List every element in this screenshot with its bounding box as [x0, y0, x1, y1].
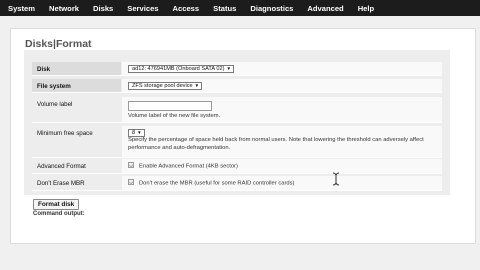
- volume-label-label: Volume label: [37, 101, 73, 108]
- volume-label-value-cell: Volume label of the new file system.: [122, 97, 442, 122]
- menu-diagnostics[interactable]: Diagnostics: [250, 4, 293, 13]
- menu-help[interactable]: Help: [358, 4, 374, 13]
- advanced-format-value-cell: Enable Advanced Format (4KB sector): [122, 159, 442, 173]
- filesystem-label: File system: [32, 79, 121, 92]
- page-title: Disks|Format: [25, 38, 92, 50]
- minfree-hint: Specify the percentage of space held bac…: [128, 137, 424, 151]
- menu-disks[interactable]: Disks: [93, 4, 113, 13]
- chevron-down-icon: ▼: [194, 83, 200, 88]
- disk-value-cell: ad12: 476941MB (Onboard SATA 02) ▼: [122, 62, 442, 75]
- minfree-select-value: 8: [132, 130, 136, 136]
- minfree-select[interactable]: 8 ▼: [128, 129, 145, 137]
- disk-select-value: ad12: 476941MB (Onboard SATA 02): [132, 66, 225, 72]
- advanced-format-row: Advanced Format Enable Advanced Format (…: [32, 159, 442, 174]
- menu-access[interactable]: Access: [173, 4, 200, 13]
- disk-label: Disk: [32, 62, 121, 75]
- menu-network[interactable]: Network: [49, 4, 79, 13]
- menu-status[interactable]: Status: [213, 4, 236, 13]
- disk-select[interactable]: ad12: 476941MB (Onboard SATA 02) ▼: [128, 65, 234, 73]
- filesystem-value-cell: ZFS storage pool device ▼: [122, 79, 442, 92]
- volume-label-row: Volume label Volume label of the new fil…: [32, 97, 442, 123]
- chevron-down-icon: ▼: [226, 66, 231, 71]
- volume-label-hint: Volume label of the new file system.: [128, 113, 221, 119]
- disk-row: Disk ad12: 476941MB (Onboard SATA 02) ▼: [32, 62, 442, 76]
- advanced-format-checkbox-label: Enable Advanced Format (4KB sector): [139, 163, 238, 170]
- chevron-down-icon: ▼: [137, 130, 142, 135]
- volume-label-input[interactable]: [128, 101, 212, 111]
- minfree-label: Minimum free space: [37, 130, 93, 137]
- dont-erase-mbr-label: Don't Erase MBR: [37, 180, 85, 187]
- format-form: Disk ad12: 476941MB (Onboard SATA 02) ▼ F…: [24, 50, 450, 195]
- menu-system[interactable]: System: [8, 4, 35, 13]
- advanced-format-label: Advanced Format: [37, 163, 86, 170]
- dont-erase-mbr-row: Don't Erase MBR Don't erase the MBR (use…: [32, 176, 442, 191]
- menu-advanced[interactable]: Advanced: [307, 4, 343, 13]
- dont-erase-mbr-checkbox-label: Don't erase the MBR (useful for some RAI…: [139, 180, 295, 187]
- filesystem-select[interactable]: ZFS storage pool device ▼: [128, 82, 203, 90]
- advanced-format-checkbox[interactable]: [128, 162, 134, 168]
- menu-services[interactable]: Services: [127, 4, 158, 13]
- format-disk-button[interactable]: Format disk: [33, 199, 80, 210]
- dont-erase-mbr-value-cell: Don't erase the MBR (useful for some RAI…: [122, 176, 442, 190]
- command-output-label: Command output:: [33, 211, 85, 217]
- minfree-row: Minimum free space 8 ▼ Specify the percen…: [32, 126, 442, 158]
- minfree-value-cell: 8 ▼ Specify the percentage of space held …: [122, 126, 442, 157]
- dont-erase-mbr-checkbox[interactable]: [128, 179, 134, 185]
- top-menu-bar: System Network Disks Services Access Sta…: [0, 0, 480, 16]
- filesystem-row: File system ZFS storage pool device ▼: [32, 79, 442, 93]
- text-cursor-icon: [332, 172, 340, 186]
- filesystem-select-value: ZFS storage pool device: [132, 83, 193, 89]
